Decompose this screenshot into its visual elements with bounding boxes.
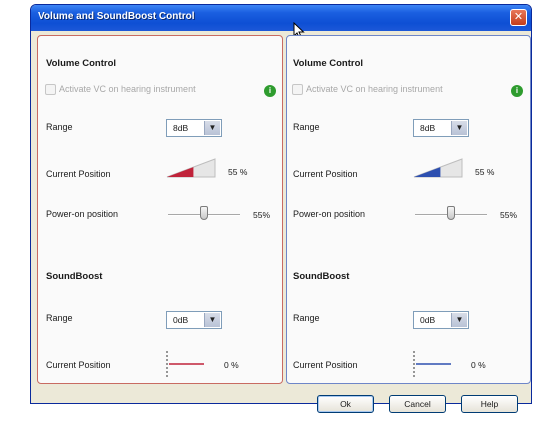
soundboost-range-label: Range: [46, 313, 73, 323]
volume-control-heading: Volume Control: [46, 58, 117, 69]
left-panel: Volume Control Activate VC on hearing in…: [37, 35, 283, 384]
volume-level-indicator: [166, 158, 216, 178]
window-title: Volume and SoundBoost Control: [38, 11, 195, 22]
chevron-down-icon[interactable]: ▼: [451, 313, 467, 327]
volume-level-indicator: [413, 158, 463, 178]
soundboost-heading: SoundBoost: [46, 271, 103, 282]
volume-range-select[interactable]: 8dB ▼: [413, 119, 469, 137]
current-position-value: 55 %: [475, 167, 495, 177]
title-bar[interactable]: Volume and SoundBoost Control ✕: [31, 5, 531, 31]
activate-vc-checkbox[interactable]: [292, 84, 303, 96]
soundboost-range-select[interactable]: 0dB ▼: [166, 311, 222, 329]
soundboost-level-indicator: [413, 351, 451, 377]
power-on-position-value: 55%: [500, 210, 518, 220]
activate-vc-label: Activate VC on hearing instrument: [59, 84, 196, 94]
volume-range-value: 8dB: [420, 123, 436, 133]
soundboost-range-value: 0dB: [173, 315, 189, 325]
info-icon[interactable]: i: [511, 85, 523, 97]
power-on-position-value: 55%: [253, 210, 271, 220]
help-button[interactable]: Help: [461, 395, 518, 413]
chevron-down-icon[interactable]: ▼: [204, 313, 220, 327]
chevron-down-icon[interactable]: ▼: [204, 121, 220, 135]
volume-control-heading: Volume Control: [293, 58, 364, 69]
ok-button[interactable]: Ok: [317, 395, 374, 413]
soundboost-current-position-value: 0 %: [471, 360, 486, 370]
current-position-label: Current Position: [293, 169, 358, 179]
volume-range-select[interactable]: 8dB ▼: [166, 119, 222, 137]
soundboost-range-select[interactable]: 0dB ▼: [413, 311, 469, 329]
current-position-value: 55 %: [228, 167, 248, 177]
chevron-down-icon[interactable]: ▼: [451, 121, 467, 135]
right-panel: Volume Control Activate VC on hearing in…: [286, 35, 531, 384]
soundboost-level-indicator: [166, 351, 204, 377]
activate-vc-label: Activate VC on hearing instrument: [306, 84, 443, 94]
soundboost-current-position-label: Current Position: [293, 360, 358, 370]
soundboost-heading: SoundBoost: [293, 271, 350, 282]
close-icon[interactable]: ✕: [510, 9, 527, 26]
volume-range-value: 8dB: [173, 123, 189, 133]
power-on-position-label: Power-on position: [293, 209, 366, 219]
cancel-button[interactable]: Cancel: [389, 395, 446, 413]
range-label: Range: [46, 122, 73, 132]
activate-vc-checkbox-row[interactable]: Activate VC on hearing instrument: [292, 84, 443, 96]
activate-vc-checkbox[interactable]: [45, 84, 56, 96]
power-on-slider-thumb[interactable]: [447, 206, 455, 220]
power-on-position-label: Power-on position: [46, 209, 119, 219]
power-on-slider-thumb[interactable]: [200, 206, 208, 220]
activate-vc-checkbox-row[interactable]: Activate VC on hearing instrument: [45, 84, 196, 96]
soundboost-range-label: Range: [293, 313, 320, 323]
range-label: Range: [293, 122, 320, 132]
info-icon[interactable]: i: [264, 85, 276, 97]
current-position-label: Current Position: [46, 169, 111, 179]
soundboost-current-position-label: Current Position: [46, 360, 111, 370]
soundboost-range-value: 0dB: [420, 315, 436, 325]
soundboost-current-position-value: 0 %: [224, 360, 239, 370]
